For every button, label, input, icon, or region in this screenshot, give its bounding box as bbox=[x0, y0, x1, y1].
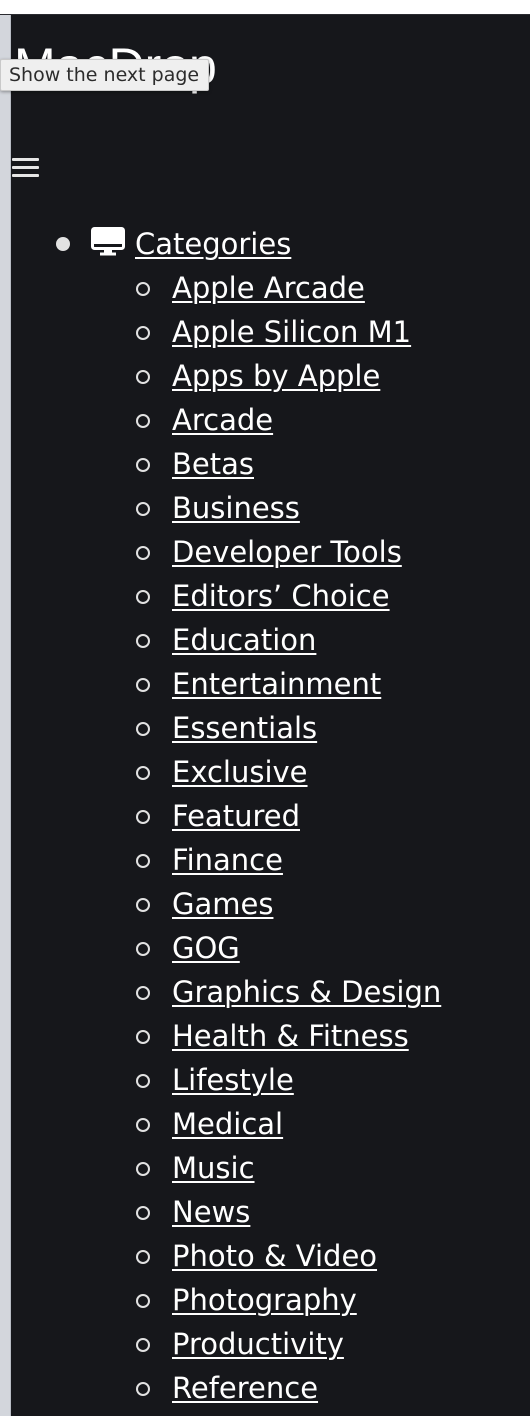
bullet-circle bbox=[136, 1030, 150, 1044]
bullet-circle bbox=[136, 282, 150, 296]
bullet-circle bbox=[136, 810, 150, 824]
submenu-item: Apps by Apple bbox=[0, 354, 530, 398]
submenu-item: Apple Silicon M1 bbox=[0, 310, 530, 354]
submenu-item: Featured bbox=[0, 794, 530, 838]
submenu-item: Music bbox=[0, 1146, 530, 1190]
bullet-circle bbox=[136, 1250, 150, 1264]
bullet-circle bbox=[136, 766, 150, 780]
category-link[interactable]: Essentials bbox=[172, 706, 317, 750]
bullet-circle bbox=[136, 590, 150, 604]
categories-submenu: Apple Arcade Apple Silicon M1 Apps by Appl… bbox=[0, 266, 530, 1410]
category-link[interactable]: Entertainment bbox=[172, 662, 381, 706]
category-link[interactable]: Reference bbox=[172, 1366, 318, 1410]
desktop-monitor-icon bbox=[91, 227, 125, 256]
category-link[interactable]: Music bbox=[172, 1146, 255, 1190]
submenu-item: Education bbox=[0, 618, 530, 662]
nav-menu: Categories bbox=[0, 222, 530, 266]
category-link[interactable]: Education bbox=[172, 618, 316, 662]
bullet-circle bbox=[136, 458, 150, 472]
categories-label: Categories bbox=[135, 227, 292, 261]
bullet-circle bbox=[136, 986, 150, 1000]
submenu-item: GOG bbox=[0, 926, 530, 970]
bullet-circle bbox=[136, 502, 150, 516]
bullet-circle bbox=[136, 722, 150, 736]
category-link[interactable]: Apps by Apple bbox=[172, 354, 380, 398]
category-link[interactable]: Health & Fitness bbox=[172, 1014, 409, 1058]
submenu-item: News bbox=[0, 1190, 530, 1234]
submenu-item: Health & Fitness bbox=[0, 1014, 530, 1058]
bullet-circle bbox=[136, 370, 150, 384]
category-link[interactable]: Medical bbox=[172, 1102, 283, 1146]
category-link[interactable]: Featured bbox=[172, 794, 300, 838]
bullet-circle bbox=[136, 546, 150, 560]
category-link[interactable]: Photography bbox=[172, 1278, 357, 1322]
bullet-circle bbox=[136, 1118, 150, 1132]
category-link[interactable]: Exclusive bbox=[172, 750, 308, 794]
category-link[interactable]: Games bbox=[172, 882, 273, 926]
categories-link[interactable]: Categories bbox=[91, 222, 291, 266]
bullet-circle bbox=[136, 1206, 150, 1220]
category-link[interactable]: Apple Silicon M1 bbox=[172, 310, 411, 354]
category-link[interactable]: GOG bbox=[172, 926, 240, 970]
bullet-circle bbox=[136, 1162, 150, 1176]
tooltip: Show the next page bbox=[0, 59, 210, 91]
submenu-item: Graphics & Design bbox=[0, 970, 530, 1014]
category-link[interactable]: Betas bbox=[172, 442, 254, 486]
bullet-circle bbox=[136, 1382, 150, 1396]
category-link[interactable]: Lifestyle bbox=[172, 1058, 294, 1102]
category-link[interactable]: Photo & Video bbox=[172, 1234, 377, 1278]
category-link[interactable]: Productivity bbox=[172, 1322, 344, 1366]
bullet-circle bbox=[136, 1074, 150, 1088]
bullet-circle bbox=[136, 414, 150, 428]
hamburger-menu-icon[interactable] bbox=[12, 156, 40, 178]
bullet-circle bbox=[136, 942, 150, 956]
submenu-item: Betas bbox=[0, 442, 530, 486]
submenu-item: Productivity bbox=[0, 1322, 530, 1366]
bullet-circle bbox=[136, 678, 150, 692]
menu-item-categories: Categories bbox=[0, 222, 530, 266]
submenu-item: Editors’ Choice bbox=[0, 574, 530, 618]
category-link[interactable]: Editors’ Choice bbox=[172, 574, 390, 618]
category-link[interactable]: News bbox=[172, 1190, 250, 1234]
bullet-circle bbox=[136, 1294, 150, 1308]
submenu-item: Finance bbox=[0, 838, 530, 882]
submenu-item: Lifestyle bbox=[0, 1058, 530, 1102]
submenu-item: Reference bbox=[0, 1366, 530, 1410]
category-link[interactable]: Graphics & Design bbox=[172, 970, 441, 1014]
category-link[interactable]: Arcade bbox=[172, 398, 273, 442]
submenu-item: Photo & Video bbox=[0, 1234, 530, 1278]
submenu-item: Developer Tools bbox=[0, 530, 530, 574]
submenu-item: Games bbox=[0, 882, 530, 926]
submenu-item: Arcade bbox=[0, 398, 530, 442]
submenu-item: Entertainment bbox=[0, 662, 530, 706]
bullet-circle bbox=[136, 1338, 150, 1352]
submenu-item: Apple Arcade bbox=[0, 266, 530, 310]
bullet-circle bbox=[136, 854, 150, 868]
submenu-item: Business bbox=[0, 486, 530, 530]
bullet-circle bbox=[136, 898, 150, 912]
category-link[interactable]: Apple Arcade bbox=[172, 266, 365, 310]
bullet-circle bbox=[136, 634, 150, 648]
category-link[interactable]: Developer Tools bbox=[172, 530, 402, 574]
submenu-item: Essentials bbox=[0, 706, 530, 750]
submenu-item: Exclusive bbox=[0, 750, 530, 794]
bullet-circle bbox=[136, 326, 150, 340]
category-link[interactable]: Business bbox=[172, 486, 300, 530]
bullet-disc bbox=[56, 237, 70, 251]
category-link[interactable]: Finance bbox=[172, 838, 283, 882]
submenu-item: Medical bbox=[0, 1102, 530, 1146]
top-edge bbox=[0, 0, 530, 15]
submenu-item: Photography bbox=[0, 1278, 530, 1322]
